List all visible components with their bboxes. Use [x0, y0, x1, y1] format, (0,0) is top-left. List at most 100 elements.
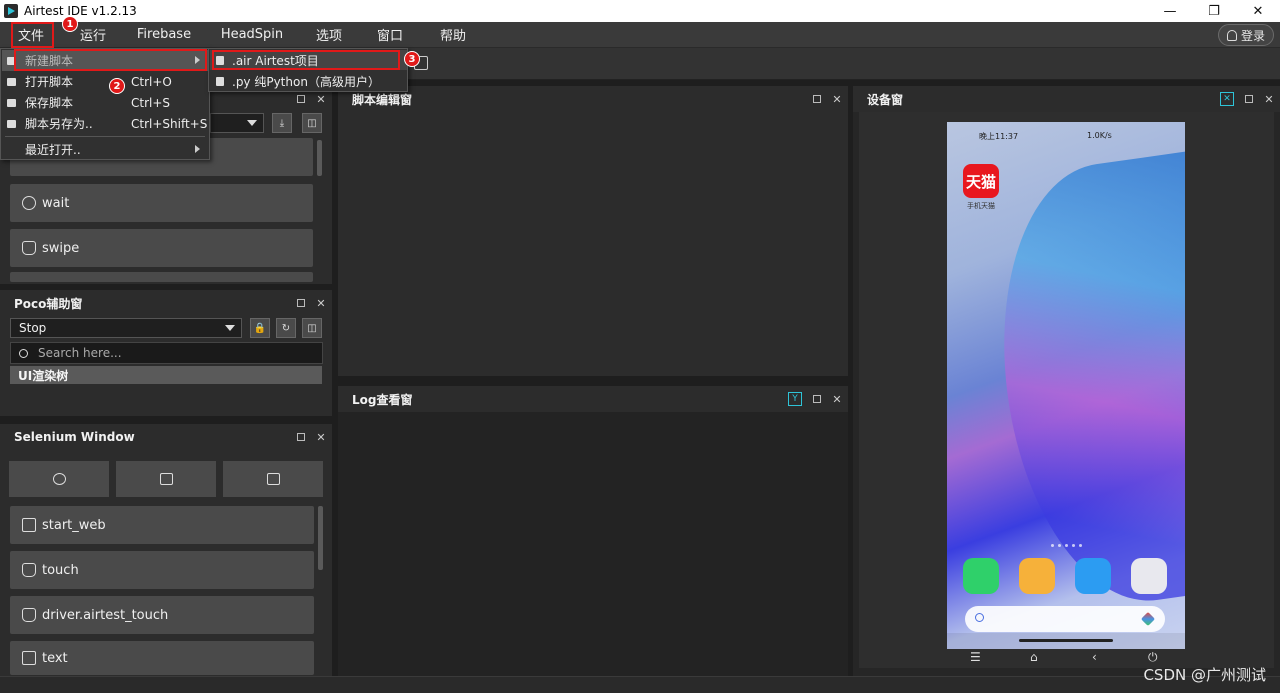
- menu-bar: 文件 运行 Firebase HeadSpin 选项 窗口 帮助 登录: [0, 22, 1280, 48]
- folder-icon: [7, 77, 16, 86]
- selenium-screen-button[interactable]: [116, 461, 216, 497]
- annotation-box-air-project: [212, 50, 400, 70]
- file-menu-save-script[interactable]: 保存脚本 Ctrl+S: [2, 92, 208, 113]
- chevron-down-icon: [247, 120, 257, 126]
- camera-icon: [266, 473, 280, 485]
- globe-icon: [52, 473, 66, 485]
- search-icon: [19, 348, 28, 358]
- menu-item-shortcut: Ctrl+S: [131, 95, 171, 110]
- close-icon[interactable]: ✕: [1264, 93, 1274, 106]
- float-icon[interactable]: [812, 94, 822, 104]
- phone-dialer-icon[interactable]: [963, 558, 999, 594]
- log-panel: Log查看窗 Y ✕: [338, 386, 848, 676]
- window-controls: — ❐ ✕: [1148, 0, 1280, 22]
- script-editor-panel: 脚本编辑窗 ✕: [338, 86, 848, 376]
- annotation-badge-1: 1: [62, 16, 78, 32]
- submenu-py-script[interactable]: .py 纯Python（高级用户）: [210, 71, 407, 91]
- restore-button[interactable]: ❐: [1192, 0, 1236, 22]
- poco-search-box[interactable]: Search here...: [10, 342, 323, 364]
- selenium-button-airtest-touch[interactable]: driver.airtest_touch: [10, 596, 314, 634]
- ui-tree-root[interactable]: UI渲染树: [10, 366, 322, 384]
- device-panel-controls: ✕ ✕: [1220, 86, 1274, 112]
- file-menu-open-script[interactable]: 打开脚本 Ctrl+O: [2, 71, 208, 92]
- camera-app-icon[interactable]: [1131, 558, 1167, 594]
- submenu-item-label: .py 纯Python（高级用户）: [232, 74, 380, 89]
- phone-network-speed: 1.0K/s: [1087, 131, 1112, 140]
- api-button-partial[interactable]: [10, 272, 313, 282]
- menu-item-shortcut: Ctrl+Shift+S: [131, 116, 208, 131]
- search-placeholder: Search here...: [38, 346, 122, 360]
- camera-button[interactable]: ◫: [302, 113, 322, 133]
- messages-app-icon[interactable]: [1019, 558, 1055, 594]
- menu-window[interactable]: 窗口: [358, 22, 422, 48]
- close-icon[interactable]: ✕: [316, 93, 326, 106]
- close-icon[interactable]: ✕: [832, 393, 842, 406]
- float-icon[interactable]: [1244, 94, 1254, 104]
- api-button-label: swipe: [42, 240, 80, 256]
- float-icon[interactable]: [812, 394, 822, 404]
- browser-globe-button[interactable]: [9, 461, 109, 497]
- close-icon[interactable]: ✕: [316, 297, 326, 310]
- user-icon: [1226, 29, 1237, 41]
- annotation-box-new-script: [14, 49, 207, 71]
- selenium-button-touch[interactable]: touch: [10, 551, 314, 589]
- record-button[interactable]: ⤓: [272, 113, 292, 133]
- menu-item-shortcut: Ctrl+O: [131, 74, 172, 89]
- close-icon[interactable]: ✕: [832, 93, 842, 106]
- refresh-button[interactable]: ↻: [276, 318, 296, 338]
- browser-icon: [22, 518, 36, 532]
- browser-app-icon[interactable]: [1075, 558, 1111, 594]
- menu-help[interactable]: 帮助: [422, 22, 484, 48]
- airtest-mode-select[interactable]: [210, 113, 264, 133]
- selenium-button-label: driver.airtest_touch: [42, 607, 169, 623]
- api-button-swipe[interactable]: swipe: [10, 229, 313, 267]
- menu-item-label: 打开脚本: [25, 75, 74, 89]
- clock-icon: [22, 196, 36, 210]
- phone-gesture-bar: [947, 633, 1185, 649]
- home-icon[interactable]: ⌂: [1030, 650, 1038, 664]
- window-title: Airtest IDE v1.2.13: [24, 4, 137, 18]
- menu-headspin[interactable]: HeadSpin: [204, 22, 300, 48]
- home-indicator: [1019, 639, 1113, 642]
- close-icon[interactable]: ✕: [316, 431, 326, 444]
- file-menu-save-as[interactable]: 脚本另存为.. Ctrl+Shift+S: [2, 113, 208, 134]
- selenium-panel-controls: ✕: [296, 424, 326, 450]
- airtest-app-icon: [4, 4, 18, 18]
- api-button-label: wait: [42, 195, 70, 211]
- float-icon[interactable]: [296, 94, 306, 104]
- airtest-panel-scrollbar[interactable]: [317, 140, 322, 176]
- back-icon[interactable]: ‹: [1092, 650, 1097, 664]
- api-button-wait[interactable]: wait: [10, 184, 313, 222]
- menu-icon[interactable]: ☰: [970, 650, 981, 664]
- filter-icon[interactable]: Y: [788, 392, 802, 406]
- menu-options[interactable]: 选项: [300, 22, 358, 48]
- phone-search-bar[interactable]: [965, 606, 1165, 632]
- tools-icon[interactable]: ✕: [1220, 92, 1234, 106]
- device-screen[interactable]: 晚上11:37 1.0K/s 天猫 手机天猫: [947, 122, 1185, 649]
- float-icon[interactable]: [296, 432, 306, 442]
- poco-mode-select[interactable]: Stop: [10, 318, 242, 338]
- menu-separator: [5, 136, 205, 137]
- file-menu-recent[interactable]: 最近打开..: [2, 139, 208, 160]
- camera-button[interactable]: ◫: [302, 318, 322, 338]
- power-icon[interactable]: ⏻: [1148, 650, 1158, 665]
- assistant-icon: [1140, 611, 1156, 627]
- close-window-button[interactable]: ✕: [1236, 0, 1280, 22]
- menu-firebase[interactable]: Firebase: [124, 22, 204, 48]
- selenium-panel-scrollbar[interactable]: [318, 506, 323, 570]
- save-as-icon: [7, 119, 16, 128]
- monitor-icon: [159, 473, 173, 485]
- selenium-button-text[interactable]: text: [10, 641, 314, 675]
- tmall-app-icon[interactable]: 天猫: [963, 164, 999, 198]
- search-icon: [975, 613, 984, 622]
- minimize-button[interactable]: —: [1148, 0, 1192, 22]
- annotation-badge-2: 2: [109, 78, 125, 94]
- login-button[interactable]: 登录: [1217, 24, 1274, 46]
- csdn-watermark: CSDN @广州测试: [1143, 666, 1266, 684]
- poco-panel-title: Poco辅助窗: [14, 296, 83, 311]
- selenium-record-button[interactable]: [223, 461, 323, 497]
- lock-button[interactable]: 🔒: [250, 318, 270, 338]
- device-panel-title: 设备窗: [853, 86, 1280, 112]
- selenium-button-start-web[interactable]: start_web: [10, 506, 314, 544]
- float-icon[interactable]: [296, 298, 306, 308]
